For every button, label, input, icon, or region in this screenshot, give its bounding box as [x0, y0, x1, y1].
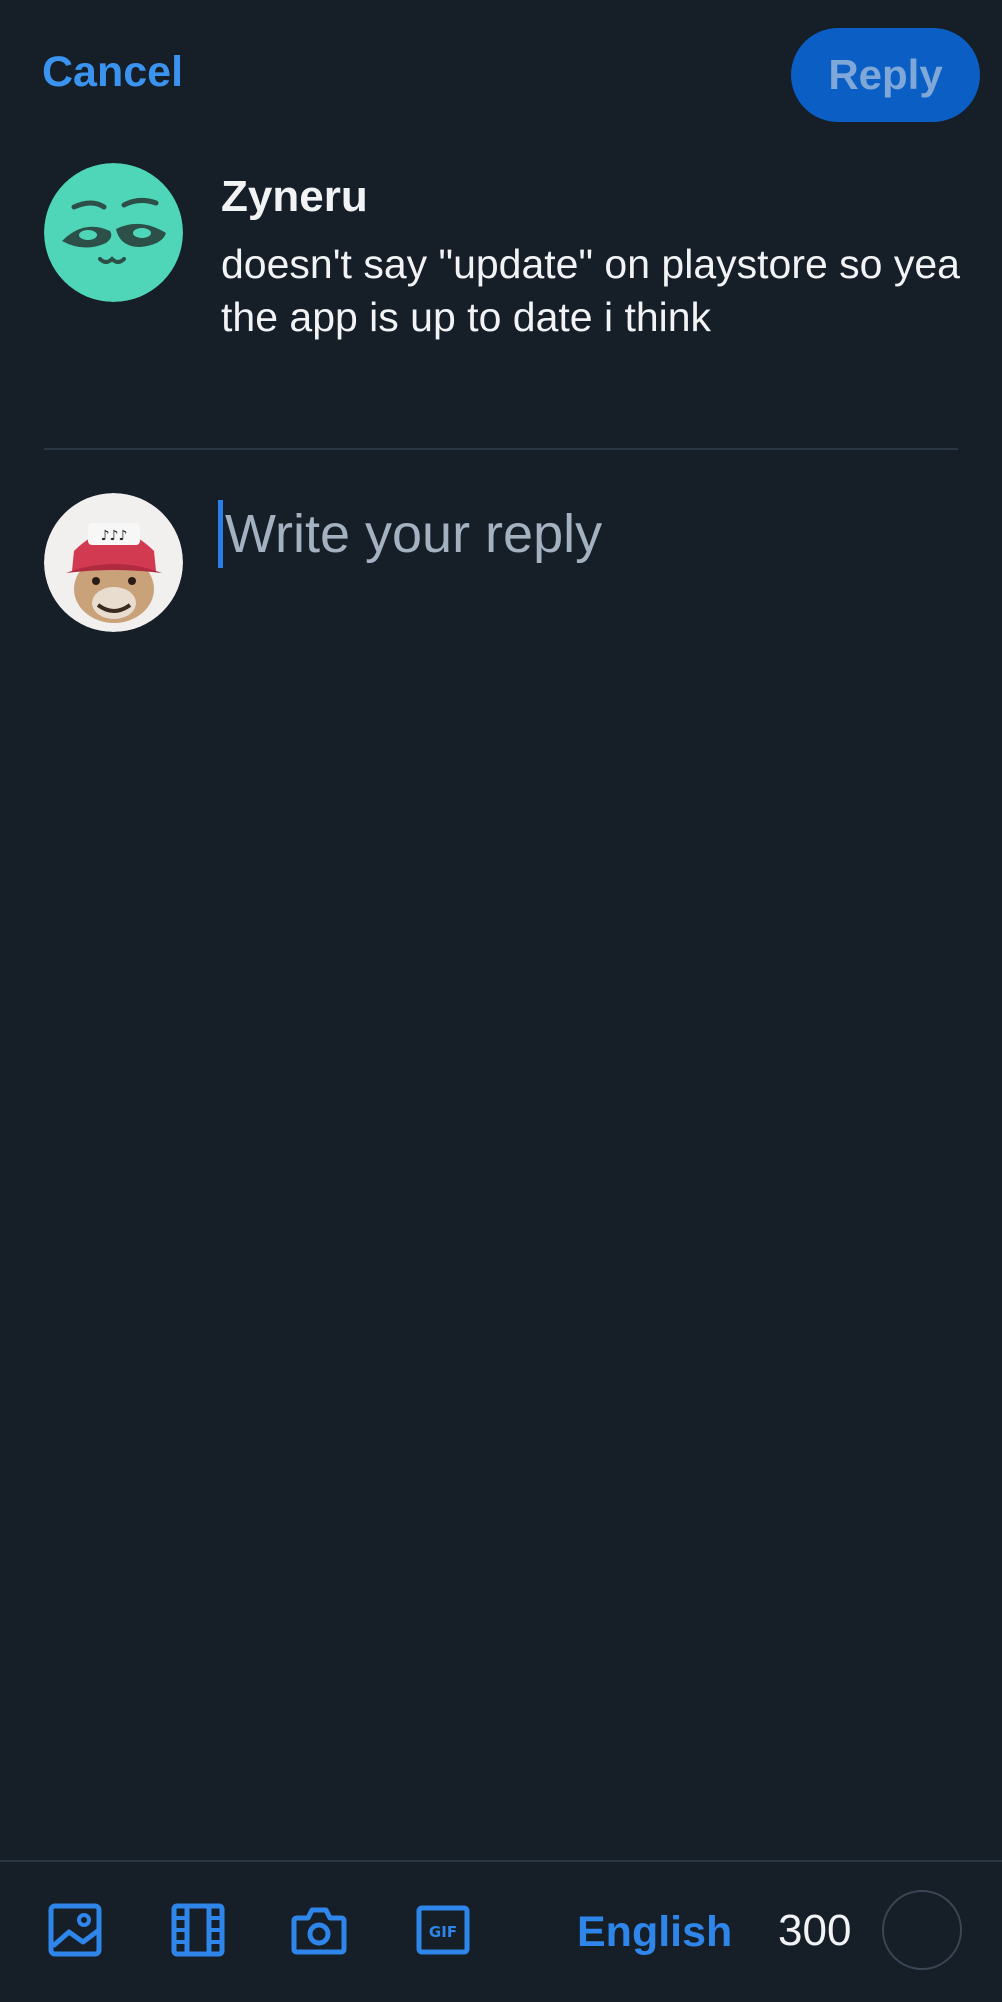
svg-text:♪♪♪: ♪♪♪ [101, 528, 128, 544]
gif-label: GIF [429, 1923, 457, 1941]
post-author: Zyneru [221, 172, 368, 221]
reply-button[interactable]: Reply [791, 28, 980, 122]
post-text: doesn't say "update" on playstore so yea… [221, 241, 960, 340]
divider [44, 448, 958, 450]
reply-input[interactable]: Write your reply [218, 494, 958, 574]
language-selector[interactable]: English [577, 1908, 732, 1957]
gif-icon[interactable]: GIF [415, 1902, 471, 1958]
character-counter: 300 [778, 1906, 852, 1955]
top-bar: Cancel Reply [0, 0, 1002, 150]
camera-icon[interactable] [291, 1902, 347, 1958]
user-avatar-icon[interactable]: ♪♪♪ [44, 493, 183, 632]
compose-toolbar: GIF English 300 [0, 1860, 1002, 2002]
cancel-button[interactable]: Cancel [42, 48, 183, 97]
character-progress-ring [882, 1890, 962, 1970]
text-cursor [218, 500, 223, 568]
image-icon[interactable] [47, 1902, 103, 1958]
avatar-mint-face-icon[interactable] [44, 163, 183, 302]
video-icon[interactable] [170, 1902, 226, 1958]
reply-placeholder: Write your reply [225, 504, 603, 564]
